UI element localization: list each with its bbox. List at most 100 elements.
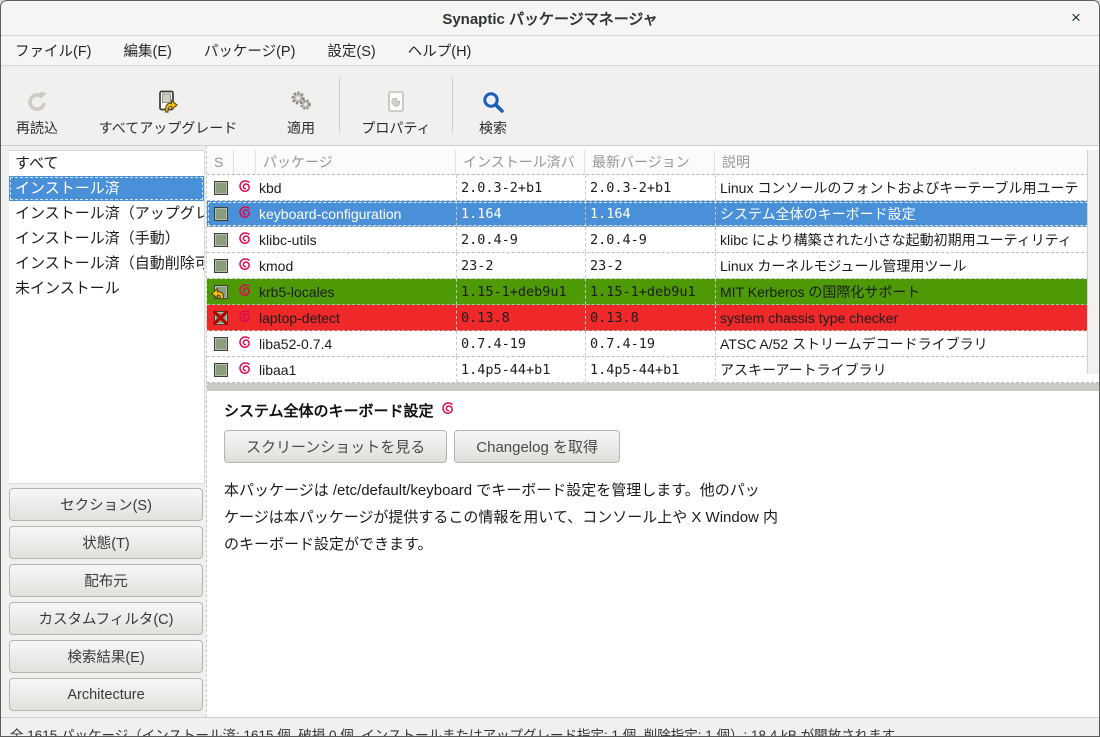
- description-line-1: ケージは本パッケージが提供するこの情報を用いて、コンソール上や X Window…: [224, 504, 1099, 531]
- latest-version: 2.0.3-2+b1: [585, 175, 715, 200]
- properties-icon: [383, 88, 409, 115]
- menu-edit[interactable]: 編集(E): [114, 36, 182, 65]
- latest-version: 0.13.8: [585, 305, 715, 330]
- table-row-kmod[interactable]: kmod23-223-2Linux カーネルモジュール管理用ツール: [207, 253, 1099, 279]
- sidebar-button-status[interactable]: 状態(T): [9, 526, 203, 559]
- sidebar-buttons: セクション(S) 状態(T) 配布元カスタムフィルタ(C) 検索結果(E) Archit…: [9, 488, 206, 711]
- menubar: ファイル(F) 編集(E) パッケージ(P) 設定(S) ヘルプ(H): [1, 36, 1099, 66]
- status-installed-icon: [213, 206, 229, 222]
- filter-item-3[interactable]: インストール済（手動）: [9, 226, 204, 251]
- search-icon: [480, 88, 506, 115]
- details-pane: システム全体のキーボード設定 スクリーンショットを見るChangelog を取得…: [207, 391, 1099, 717]
- col-icon[interactable]: [234, 150, 256, 174]
- filter-item-5[interactable]: 未インストール: [9, 276, 204, 301]
- installed-version: 0.13.8: [456, 305, 585, 330]
- menu-help[interactable]: ヘルプ(H): [398, 36, 482, 65]
- table-row-kbd[interactable]: kbd2.0.3-2+b12.0.3-2+b1Linux コンソールのフォントお…: [207, 175, 1099, 201]
- details-title-row: システム全体のキーボード設定: [224, 400, 1099, 421]
- table-header: S パッケージインストール済バ最新バージョン説明: [207, 150, 1099, 175]
- filter-item-1[interactable]: インストール済: [9, 176, 204, 201]
- col-description[interactable]: 説明: [715, 150, 1099, 174]
- latest-version: 2.0.4-9: [585, 227, 715, 252]
- window-title: Synaptic パッケージマネージャ: [442, 8, 657, 29]
- installed-version: 2.0.3-2+b1: [456, 175, 585, 200]
- debian-icon: [238, 257, 252, 275]
- toolbar-properties-label: プロパティ: [361, 118, 430, 138]
- get-screenshot-button[interactable]: スクリーンショットを見る: [224, 430, 447, 463]
- package-short-description: system chassis type checker: [715, 305, 1099, 330]
- filter-item-4[interactable]: インストール済（自動削除可: [9, 251, 204, 276]
- horizontal-scrollbar[interactable]: [207, 383, 1099, 391]
- toolbar-upgrade-all-label: すべてアップグレード: [99, 118, 237, 138]
- package-name: liba52-0.7.4: [256, 331, 456, 356]
- toolbar-reload-button[interactable]: 再読込: [1, 86, 73, 138]
- installed-version: 1.164: [456, 201, 585, 226]
- apply-icon: [288, 88, 314, 115]
- sidebar-button-origin[interactable]: 配布元: [9, 564, 203, 597]
- details-buttons: スクリーンショットを見るChangelog を取得: [224, 430, 1099, 463]
- toolbar-apply-button[interactable]: 適用: [263, 86, 339, 138]
- vertical-scrollbar[interactable]: [1087, 150, 1099, 374]
- col-status[interactable]: S: [207, 150, 234, 174]
- toolbar-upgrade-all-button[interactable]: すべてアップグレード: [73, 86, 263, 138]
- table-body: kbd2.0.3-2+b12.0.3-2+b1Linux コンソールのフォントお…: [207, 175, 1099, 383]
- main-area: すべてインストール済インストール済（アップグレインストール済（手動）インストール…: [1, 146, 1099, 717]
- toolbar-reload-label: 再読込: [16, 118, 58, 138]
- toolbar-apply-label: 適用: [287, 118, 315, 138]
- table-row-klibc-utils[interactable]: klibc-utils2.0.4-92.0.4-9klibc により構築された小…: [207, 227, 1099, 253]
- status-installed-icon: [213, 258, 229, 274]
- package-table: S パッケージインストール済バ最新バージョン説明 kbd2.0.3-2+b12.0…: [207, 150, 1099, 383]
- filter-list: すべてインストール済インストール済（アップグレインストール済（手動）インストール…: [9, 150, 205, 484]
- debian-icon: [441, 401, 455, 420]
- latest-version: 1.4p5-44+b1: [585, 357, 715, 382]
- table-row-libaa1[interactable]: libaa11.4p5-44+b11.4p5-44+b1アスキーアートライブラリ: [207, 357, 1099, 383]
- col-package[interactable]: パッケージ: [256, 150, 456, 174]
- col-latest-version[interactable]: 最新バージョン: [585, 150, 715, 174]
- get-changelog-button[interactable]: Changelog を取得: [454, 430, 620, 463]
- menu-settings[interactable]: 設定(S): [317, 36, 385, 65]
- toolbar-search-button[interactable]: 検索: [453, 86, 533, 138]
- package-short-description: アスキーアートライブラリ: [715, 357, 1099, 382]
- package-name: krb5-locales: [256, 279, 456, 304]
- debian-icon: [238, 335, 252, 353]
- package-pane: S パッケージインストール済バ最新バージョン説明 kbd2.0.3-2+b12.0…: [206, 146, 1099, 717]
- reload-icon: [24, 88, 50, 115]
- debian-icon: [238, 283, 252, 301]
- status-remove-icon: [213, 310, 229, 326]
- sidebar-button-architecture[interactable]: Architecture: [9, 678, 203, 711]
- sidebar: すべてインストール済インストール済（アップグレインストール済（手動）インストール…: [1, 146, 206, 717]
- status-installed-icon: [213, 232, 229, 248]
- description-line-2: のキーボード設定ができます。: [224, 531, 1099, 558]
- table-row-laptop-detect[interactable]: laptop-detect0.13.80.13.8system chassis …: [207, 305, 1099, 331]
- package-name: laptop-detect: [256, 305, 456, 330]
- filter-item-0[interactable]: すべて: [9, 151, 204, 176]
- debian-icon: [238, 179, 252, 197]
- menu-package[interactable]: パッケージ(P): [194, 36, 306, 65]
- sidebar-button-sections[interactable]: セクション(S): [9, 488, 203, 521]
- table-row-keyboard-configuration[interactable]: keyboard-configuration1.1641.164システム全体のキ…: [207, 201, 1099, 227]
- col-installed-version[interactable]: インストール済バ: [456, 150, 585, 174]
- debian-icon: [238, 205, 252, 223]
- status-upgrade-icon: [213, 284, 229, 300]
- menu-file[interactable]: ファイル(F): [5, 36, 102, 65]
- installed-version: 1.4p5-44+b1: [456, 357, 585, 382]
- package-short-description: システム全体のキーボード設定: [715, 201, 1099, 226]
- toolbar: 再読込 すべてアップグレード 適用 プロパティ 検索: [1, 66, 1099, 146]
- package-name: libaa1: [256, 357, 456, 382]
- debian-icon: [238, 309, 252, 327]
- titlebar: Synaptic パッケージマネージャ ×: [1, 1, 1099, 36]
- installed-version: 2.0.4-9: [456, 227, 585, 252]
- installed-version: 23-2: [456, 253, 585, 278]
- table-row-liba52-0.7.4[interactable]: liba52-0.7.40.7.4-190.7.4-19ATSC A/52 スト…: [207, 331, 1099, 357]
- package-name: kmod: [256, 253, 456, 278]
- sidebar-button-search-results[interactable]: 検索結果(E): [9, 640, 203, 673]
- installed-version: 1.15-1+deb9u1: [456, 279, 585, 304]
- details-title: システム全体のキーボード設定: [224, 400, 434, 421]
- toolbar-properties-button[interactable]: プロパティ: [340, 86, 452, 138]
- installed-version: 0.7.4-19: [456, 331, 585, 356]
- filter-item-2[interactable]: インストール済（アップグレ: [9, 201, 204, 226]
- table-row-krb5-locales[interactable]: krb5-locales1.15-1+deb9u11.15-1+deb9u1MI…: [207, 279, 1099, 305]
- description-line-0: 本パッケージは /etc/default/keyboard でキーボード設定を管…: [224, 477, 1099, 504]
- close-icon[interactable]: ×: [1066, 8, 1086, 28]
- sidebar-button-custom-filters[interactable]: カスタムフィルタ(C): [9, 602, 203, 635]
